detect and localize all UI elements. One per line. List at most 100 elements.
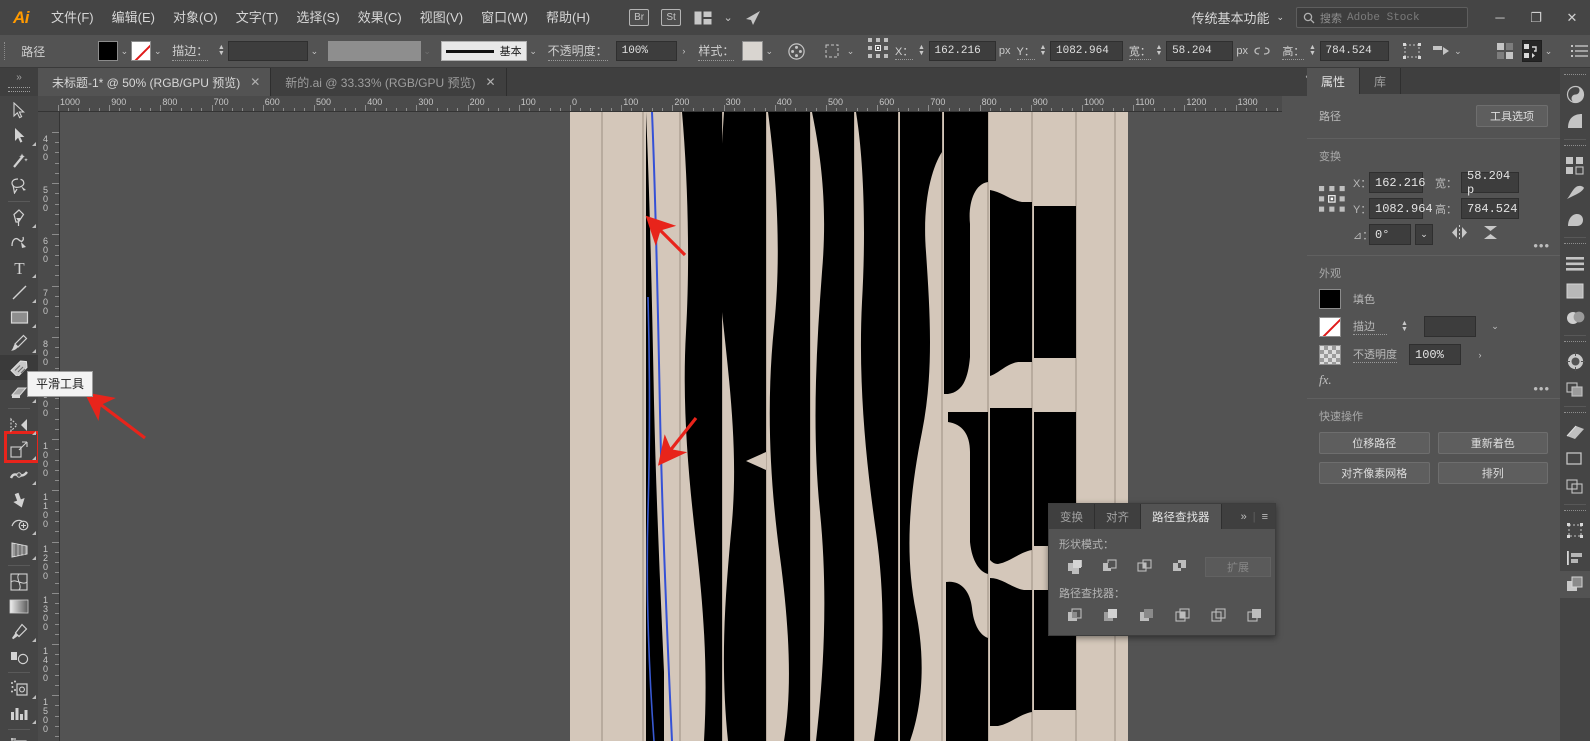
close-icon[interactable]: ✕ [486, 75, 496, 89]
brush-chevron-down-icon[interactable]: ⌄ [527, 46, 540, 57]
rotate-tool[interactable] [0, 412, 38, 437]
transform-handles-icon[interactable] [1402, 40, 1422, 62]
rail-group-grip[interactable] [1564, 412, 1586, 416]
transparency-panel-icon[interactable] [1560, 375, 1590, 402]
graphic-styles-panel-icon[interactable] [1560, 348, 1590, 375]
pattern-panel-icon[interactable] [1560, 473, 1590, 500]
gradient-panel-icon[interactable] [1560, 419, 1590, 446]
width-input[interactable]: 58.204 p [1461, 169, 1519, 197]
opacity-swatch[interactable] [1319, 344, 1341, 365]
stroke-color-swatch[interactable] [130, 41, 152, 61]
swatches-panel-icon[interactable] [1560, 152, 1590, 179]
width-stepper[interactable]: ▲ ▼ [1154, 44, 1164, 57]
vertical-ruler[interactable]: 4005006007008009001000110012001300140015… [38, 112, 60, 741]
menu-file[interactable]: 文件(F) [42, 0, 103, 35]
arrange-chevron-down-icon[interactable]: ⌄ [721, 6, 735, 30]
align-chevron-down-icon[interactable]: ⌄ [1451, 46, 1464, 57]
pathfinder-panel[interactable]: 变换 对齐 路径查找器 » | ≡ 形状模式： 扩展 路径查找器： [1048, 503, 1276, 636]
stroke-weight-input[interactable] [228, 41, 308, 61]
style-chevron-down-icon[interactable]: ⌄ [763, 46, 776, 57]
cc-libraries-icon[interactable] [739, 6, 767, 30]
tab-libraries[interactable]: 库 [1360, 68, 1402, 94]
blend-tool[interactable] [0, 644, 38, 669]
select-similar-objects-icon[interactable] [824, 40, 844, 62]
align-pixel-grid-button[interactable]: 对齐像素网格 [1319, 462, 1430, 484]
x-input[interactable]: 162.216 [1369, 172, 1425, 193]
minimize-button[interactable]: ─ [1482, 0, 1518, 35]
height-stepper[interactable]: ▲ ▼ [1307, 44, 1317, 57]
menu-edit[interactable]: 编辑(E) [103, 0, 164, 35]
recolor-button[interactable]: 重新着色 [1437, 432, 1548, 454]
y-input[interactable]: 1082.964 [1369, 198, 1433, 219]
stock-search-input[interactable]: 搜索 Adobe Stock [1296, 7, 1468, 28]
y-stepper[interactable]: ▲ ▼ [1038, 44, 1048, 57]
select-similar-chevron-down-icon[interactable]: ⌄ [844, 46, 857, 57]
free-transform-tool[interactable] [0, 487, 38, 512]
flip-vertical-icon[interactable] [1482, 225, 1499, 245]
opacity-input[interactable]: 100% [615, 41, 678, 61]
stock-icon[interactable]: St [657, 6, 685, 30]
outline-button[interactable] [1201, 605, 1236, 627]
align-icon[interactable] [1431, 40, 1451, 62]
angle-chevron-down-icon[interactable]: ⌄ [1415, 224, 1433, 245]
panel-menu-icon[interactable]: ≡ [1262, 511, 1268, 523]
eyedropper-tool[interactable] [0, 619, 38, 644]
menu-effect[interactable]: 效果(C) [349, 0, 411, 35]
workspace-switcher[interactable]: 传统基本功能 ⌄ [1191, 8, 1284, 27]
opacity-input[interactable]: 100% [1409, 344, 1461, 365]
x-stepper[interactable]: ▲ ▼ [916, 44, 926, 57]
paintbrush-tool[interactable] [0, 330, 38, 355]
trim-button[interactable] [1093, 605, 1128, 627]
menu-type[interactable]: 文字(T) [227, 0, 288, 35]
broken-link-icon[interactable] [1252, 40, 1272, 62]
color-guide-panel-icon[interactable] [1560, 108, 1590, 135]
graphic-style-swatch[interactable] [742, 41, 763, 61]
stroke-color-swatch[interactable] [1319, 316, 1341, 337]
arrange-chevron-down-icon[interactable]: ⌄ [1542, 46, 1555, 57]
controlbar-grip[interactable] [4, 40, 13, 62]
reference-point-selector[interactable] [868, 38, 889, 64]
arrange-icon[interactable] [1521, 40, 1543, 62]
menu-object[interactable]: 对象(O) [164, 0, 227, 35]
arrange-documents-icon[interactable] [689, 6, 717, 30]
tab-pathfinder[interactable]: 路径查找器 [1141, 504, 1222, 529]
arrange-button[interactable]: 排列 [1437, 462, 1548, 484]
merge-button[interactable] [1129, 605, 1164, 627]
fill-color-swatch[interactable] [97, 41, 118, 61]
symbol-sprayer-tool[interactable] [0, 676, 38, 701]
intersect-button[interactable] [1127, 556, 1162, 578]
maximize-button[interactable]: ❐ [1518, 0, 1554, 35]
unite-button[interactable] [1057, 556, 1092, 578]
appearance-panel-icon[interactable] [1560, 304, 1590, 331]
magic-wand-tool[interactable] [0, 148, 38, 173]
tabbar-collapse-icon[interactable]: » [0, 68, 38, 96]
line-segment-tool[interactable] [0, 280, 38, 305]
column-graph-tool[interactable] [0, 701, 38, 726]
width-input[interactable]: 58.204 [1166, 41, 1234, 61]
document-tab-xinde-ai[interactable]: 新的.ai @ 33.33% (RGB/GPU 预览) ✕ [271, 68, 507, 96]
fx-button[interactable]: fx. [1319, 372, 1548, 388]
opacity-expand-icon[interactable]: › [677, 46, 690, 56]
reference-point-selector[interactable] [1319, 186, 1347, 214]
scale-tool[interactable] [0, 437, 38, 462]
y-position-input[interactable]: 1082.964 [1050, 41, 1123, 61]
brushes-panel-icon[interactable] [1560, 179, 1590, 206]
pen-tool[interactable] [0, 205, 38, 230]
grid-icon[interactable] [1496, 40, 1516, 62]
fill-chevron-down-icon[interactable]: ⌄ [118, 46, 131, 57]
color-panel-icon[interactable] [1560, 81, 1590, 108]
stroke-weight-input[interactable] [1424, 316, 1476, 337]
angle-input[interactable]: 0° [1369, 224, 1411, 245]
transform-panel-icon[interactable] [1560, 517, 1590, 544]
rail-group-grip[interactable] [1564, 145, 1586, 149]
profile-chevron-down-icon[interactable]: ⌄ [421, 46, 434, 57]
recolor-artwork-icon[interactable] [787, 40, 807, 62]
symbols-panel-icon[interactable] [1560, 206, 1590, 233]
minus-back-button[interactable] [1237, 605, 1272, 627]
canvas-area[interactable] [60, 112, 1282, 741]
rail-group-grip[interactable] [1564, 341, 1586, 345]
rectangle-tool[interactable] [0, 305, 38, 330]
minus-front-button[interactable] [1092, 556, 1127, 578]
stroke-weight-stepper[interactable]: ▲ ▼ [1399, 320, 1410, 333]
fill-color-swatch[interactable] [1319, 289, 1341, 309]
